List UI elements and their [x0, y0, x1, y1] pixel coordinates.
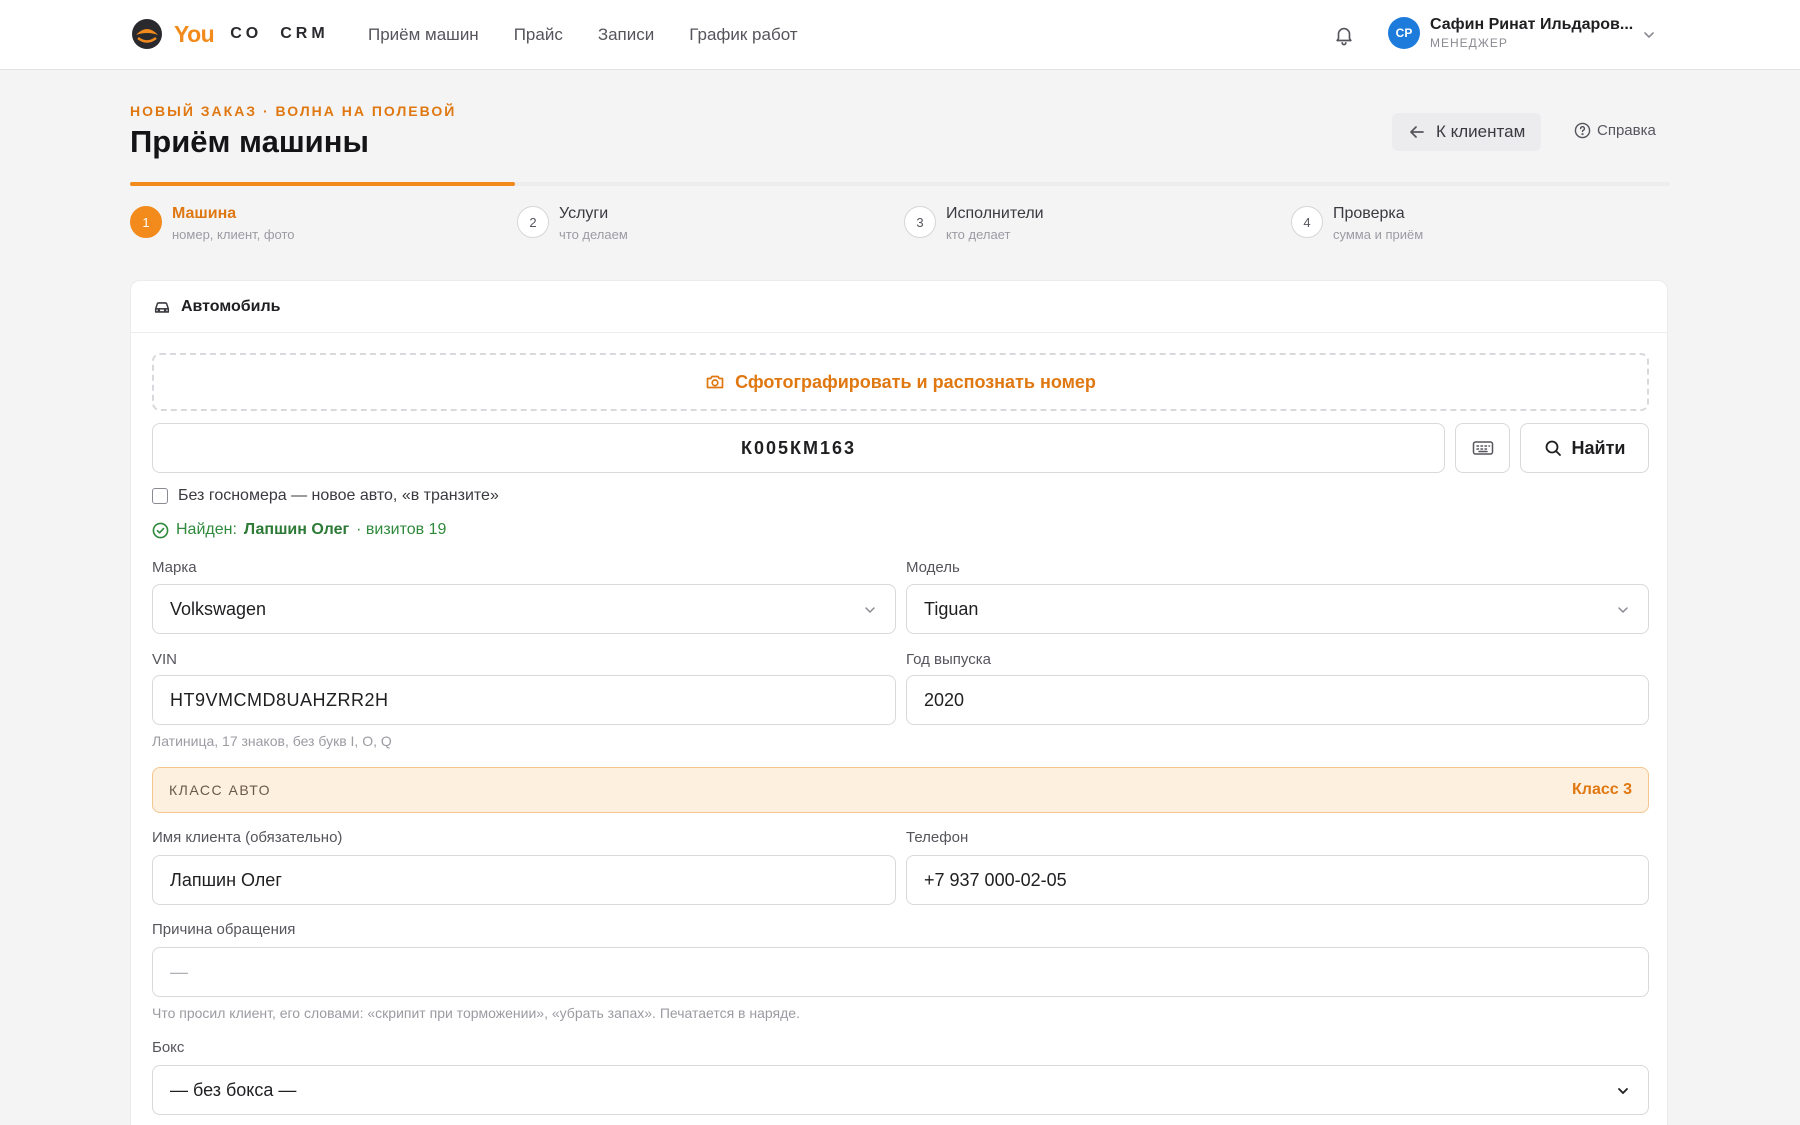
nav-item-records[interactable]: Записи — [598, 25, 654, 45]
vin-value: HT9VMCMD8UAHZRR2H — [170, 689, 389, 710]
brand-value: Volkswagen — [170, 598, 267, 619]
chevron-down-icon — [865, 607, 875, 614]
step-performers[interactable]: 3 Исполнители кто делает — [904, 205, 1044, 242]
phone-label: Телефон — [906, 829, 969, 846]
step-progress-track — [130, 182, 1670, 186]
step-subtitle: кто делает — [946, 227, 1011, 242]
step-title: Машина — [172, 205, 237, 222]
phone-input[interactable]: +7 937 000-02-05 — [906, 855, 1649, 905]
chevron-down-icon — [1618, 607, 1628, 614]
car-card: Автомобиль Сфотографировать и распознать… — [130, 280, 1668, 1125]
phone-value: +7 937 000-02-05 — [924, 869, 1067, 890]
logo-crm-text: CRM — [280, 25, 329, 42]
logo-co-text: CO — [230, 25, 263, 42]
box-select[interactable]: — без бокса — — [152, 1065, 1649, 1115]
box-value: — без бокса — — [170, 1079, 297, 1100]
find-label: Найти — [1571, 437, 1626, 458]
help-circle-icon — [1574, 122, 1591, 139]
step-title: Услуги — [559, 205, 609, 222]
client-name-input[interactable]: Лапшин Олег — [152, 855, 896, 905]
top-bar: You CO CRM Приём машин Прайс Записи Граф… — [0, 0, 1800, 70]
nav-item-schedule[interactable]: График работ — [689, 25, 797, 45]
nav-item-car-intake[interactable]: Приём машин — [368, 25, 479, 45]
found-client-name[interactable]: Лапшин Олег — [244, 521, 349, 539]
help-button[interactable]: Справка — [1574, 122, 1656, 139]
reason-placeholder: — — [170, 961, 188, 982]
step-progress-fill — [130, 182, 515, 186]
photo-recognize-button[interactable]: Сфотографировать и распознать номер — [152, 353, 1649, 411]
step-car[interactable]: 1 Машина номер, клиент, фото — [130, 205, 295, 242]
logo-icon — [132, 19, 162, 49]
search-icon — [1545, 440, 1561, 456]
step-number: 1 — [130, 206, 162, 238]
step-services[interactable]: 2 Услуги что делаем — [517, 205, 628, 242]
keyboard-icon — [1472, 441, 1493, 455]
camera-icon — [706, 375, 724, 389]
vin-label: VIN — [152, 651, 178, 668]
back-to-clients-button[interactable]: К клиентам — [1392, 113, 1542, 151]
step-title: Исполнители — [946, 205, 1044, 222]
user-name: Сафин Ринат Ильдаров... — [1430, 16, 1634, 33]
chevron-down-icon[interactable] — [1642, 28, 1656, 42]
back-to-clients-label: К клиентам — [1436, 122, 1526, 141]
model-value: Tiguan — [924, 598, 979, 619]
step-title: Проверка — [1333, 205, 1405, 222]
found-visits: · визитов 19 — [356, 521, 447, 538]
nav-item-price[interactable]: Прайс — [514, 25, 563, 45]
step-subtitle: сумма и приём — [1333, 227, 1424, 242]
photo-recognize-label: Сфотографировать и распознать номер — [735, 371, 1096, 392]
reason-label: Причина обращения — [152, 921, 296, 938]
logo-you-text: You — [174, 20, 215, 47]
step-number: 3 — [904, 206, 936, 238]
car-icon — [154, 301, 170, 313]
plate-number-input[interactable] — [152, 423, 1445, 473]
year-value: 2020 — [924, 689, 965, 710]
user-menu[interactable]: СР Сафин Ринат Ильдаров... МЕНЕДЖЕР — [1388, 16, 1633, 50]
car-class-label: КЛАСС АВТО — [169, 782, 272, 798]
check-circle-icon — [152, 522, 169, 538]
client-name-value: Лапшин Олег — [170, 869, 282, 890]
step-subtitle: что делаем — [559, 227, 628, 242]
help-label: Справка — [1597, 122, 1656, 139]
find-button[interactable]: Найти — [1520, 423, 1649, 473]
card-header: Автомобиль — [131, 281, 1667, 333]
step-review[interactable]: 4 Проверка сумма и приём — [1291, 205, 1423, 242]
step-number: 2 — [517, 206, 549, 238]
client-name-label: Имя клиента (обязательно) — [152, 829, 343, 846]
arrow-left-icon — [1410, 126, 1424, 138]
reason-input[interactable]: — — [152, 947, 1649, 997]
box-label: Бокс — [152, 1039, 185, 1056]
model-label: Модель — [906, 559, 960, 576]
found-prefix: Найден: — [176, 521, 237, 538]
bell-icon[interactable] — [1333, 24, 1355, 46]
step-subtitle: номер, клиент, фото — [172, 227, 295, 242]
no-plate-label: Без госномера — новое авто, «в транзите» — [178, 487, 499, 504]
card-title: Автомобиль — [181, 297, 281, 315]
year-label: Год выпуска — [906, 651, 991, 668]
step-number: 4 — [1291, 206, 1323, 238]
main-nav: Приём машин Прайс Записи График работ — [368, 0, 798, 70]
brand-label: Марка — [152, 559, 197, 576]
user-role: МЕНЕДЖЕР — [1430, 36, 1508, 50]
model-select[interactable]: Tiguan — [906, 584, 1649, 634]
reason-hint: Что просил клиент, его словами: «скрипит… — [152, 1005, 800, 1021]
car-class-value: Класс 3 — [1572, 781, 1632, 798]
keyboard-button[interactable] — [1455, 423, 1510, 473]
avatar: СР — [1388, 17, 1420, 49]
page-title: Приём машины — [130, 124, 369, 159]
no-plate-checkbox-row[interactable]: Без госномера — новое авто, «в транзите» — [152, 487, 499, 505]
brand-select[interactable]: Volkswagen — [152, 584, 896, 634]
no-plate-checkbox[interactable] — [152, 488, 168, 504]
client-found-status: Найден: Лапшин Олег · визитов 19 — [152, 521, 446, 539]
vin-hint: Латиница, 17 знаков, без букв I, O, Q — [152, 733, 392, 749]
page-eyebrow: НОВЫЙ ЗАКАЗ · ВОЛНА НА ПОЛЕВОЙ — [130, 103, 457, 119]
year-input[interactable]: 2020 — [906, 675, 1649, 725]
car-class-bar: КЛАСС АВТО Класс 3 — [152, 767, 1649, 813]
vin-input[interactable]: HT9VMCMD8UAHZRR2H — [152, 675, 896, 725]
logo[interactable]: You CO CRM — [130, 17, 329, 51]
chevron-down-icon — [1618, 1088, 1628, 1095]
